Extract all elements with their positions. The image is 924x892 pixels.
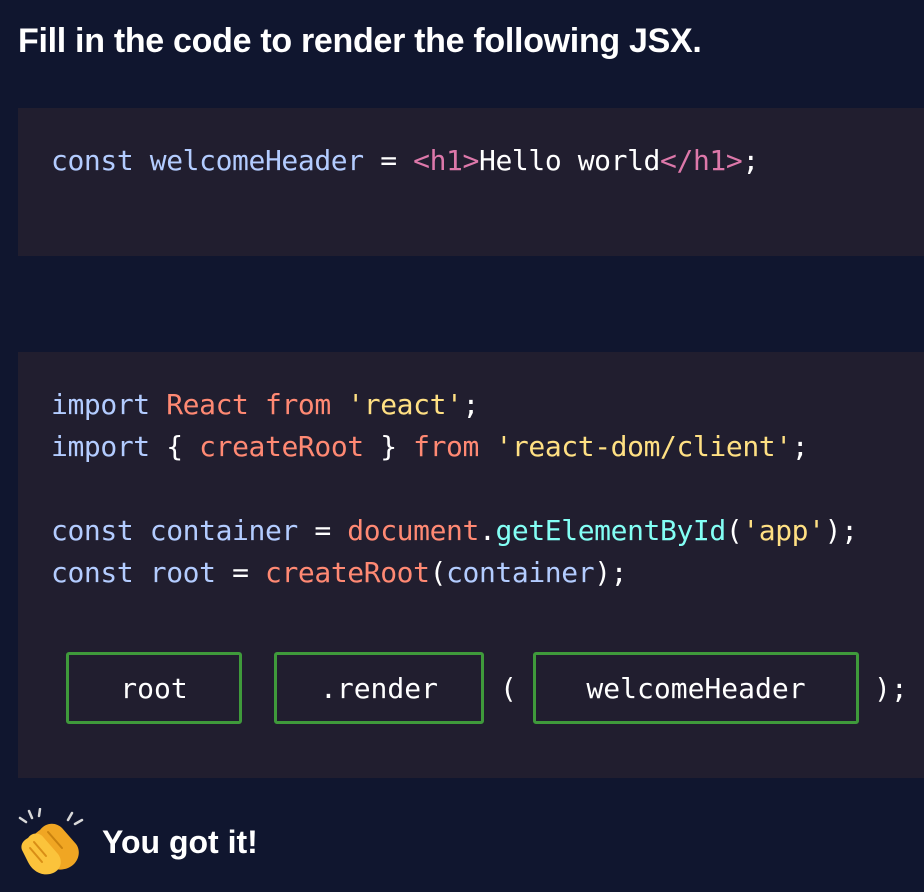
tag-bracket: < [413, 144, 430, 177]
semicolon: ; [462, 388, 480, 421]
keyword: const [51, 556, 134, 589]
exercise-title: Fill in the code to render the following… [18, 22, 702, 60]
answer-slot-argument[interactable]: welcomeHeader [533, 652, 859, 724]
object: document [347, 514, 479, 547]
operator: = [380, 144, 397, 177]
identifier: container [149, 514, 299, 547]
string: 'react-dom/client' [495, 430, 792, 463]
keyword: import [51, 430, 150, 463]
paren: ) [594, 556, 611, 589]
function: createRoot [265, 556, 430, 589]
code-line-root: const root = createRoot(container); [51, 556, 628, 589]
keyword: import [51, 388, 150, 421]
semicolon: ; [841, 514, 858, 547]
tag-name: h1 [692, 144, 726, 177]
close-paren-semicolon: ); [874, 672, 908, 705]
paren: ) [824, 514, 842, 547]
string: 'react' [347, 388, 463, 421]
code-line-container: const container = document.getElementByI… [51, 514, 858, 547]
semicolon: ; [791, 430, 809, 463]
keyword: from [264, 388, 331, 421]
success-feedback: You got it! [18, 807, 258, 876]
semicolon: ; [742, 144, 759, 177]
open-paren: ( [500, 672, 517, 705]
code-line-import-react: import React from 'react'; [51, 388, 479, 421]
tag-bracket: > [725, 144, 743, 177]
keyword: from [413, 430, 479, 463]
identifier: createRoot [199, 430, 364, 463]
keyword: const [51, 144, 134, 177]
semicolon: ; [610, 556, 628, 589]
operator: = [314, 514, 331, 547]
jsx-text: Hello world [478, 144, 661, 177]
dot: . [478, 514, 496, 547]
brace: { [166, 430, 183, 463]
tag-bracket: </ [660, 144, 693, 177]
answer-slot-render[interactable]: .render [274, 652, 484, 724]
paren: ( [725, 514, 743, 547]
variable-name: welcomeHeader [149, 144, 364, 177]
identifier: React [166, 388, 249, 421]
tag-bracket: > [462, 144, 480, 177]
argument: container [446, 556, 595, 589]
code-line-import-createroot: import { createRoot } from 'react-dom/cl… [51, 430, 809, 463]
brace: } [380, 430, 397, 463]
identifier: root [149, 556, 216, 589]
feedback-message: You got it! [102, 823, 258, 860]
clapping-hands-icon [18, 807, 86, 876]
keyword: const [51, 514, 134, 547]
tag-name: h1 [429, 144, 463, 177]
paren: ( [429, 556, 447, 589]
string: 'app' [742, 514, 825, 547]
jsx-snippet-block: const welcomeHeader = <h1>Hello world</h… [18, 108, 924, 256]
operator: = [232, 556, 249, 589]
method: getElementById [495, 514, 726, 547]
code-line: const welcomeHeader = <h1>Hello world</h… [51, 144, 759, 177]
render-code-block: import React from 'react'; import { crea… [18, 352, 924, 778]
answer-slot-root[interactable]: root [66, 652, 242, 724]
